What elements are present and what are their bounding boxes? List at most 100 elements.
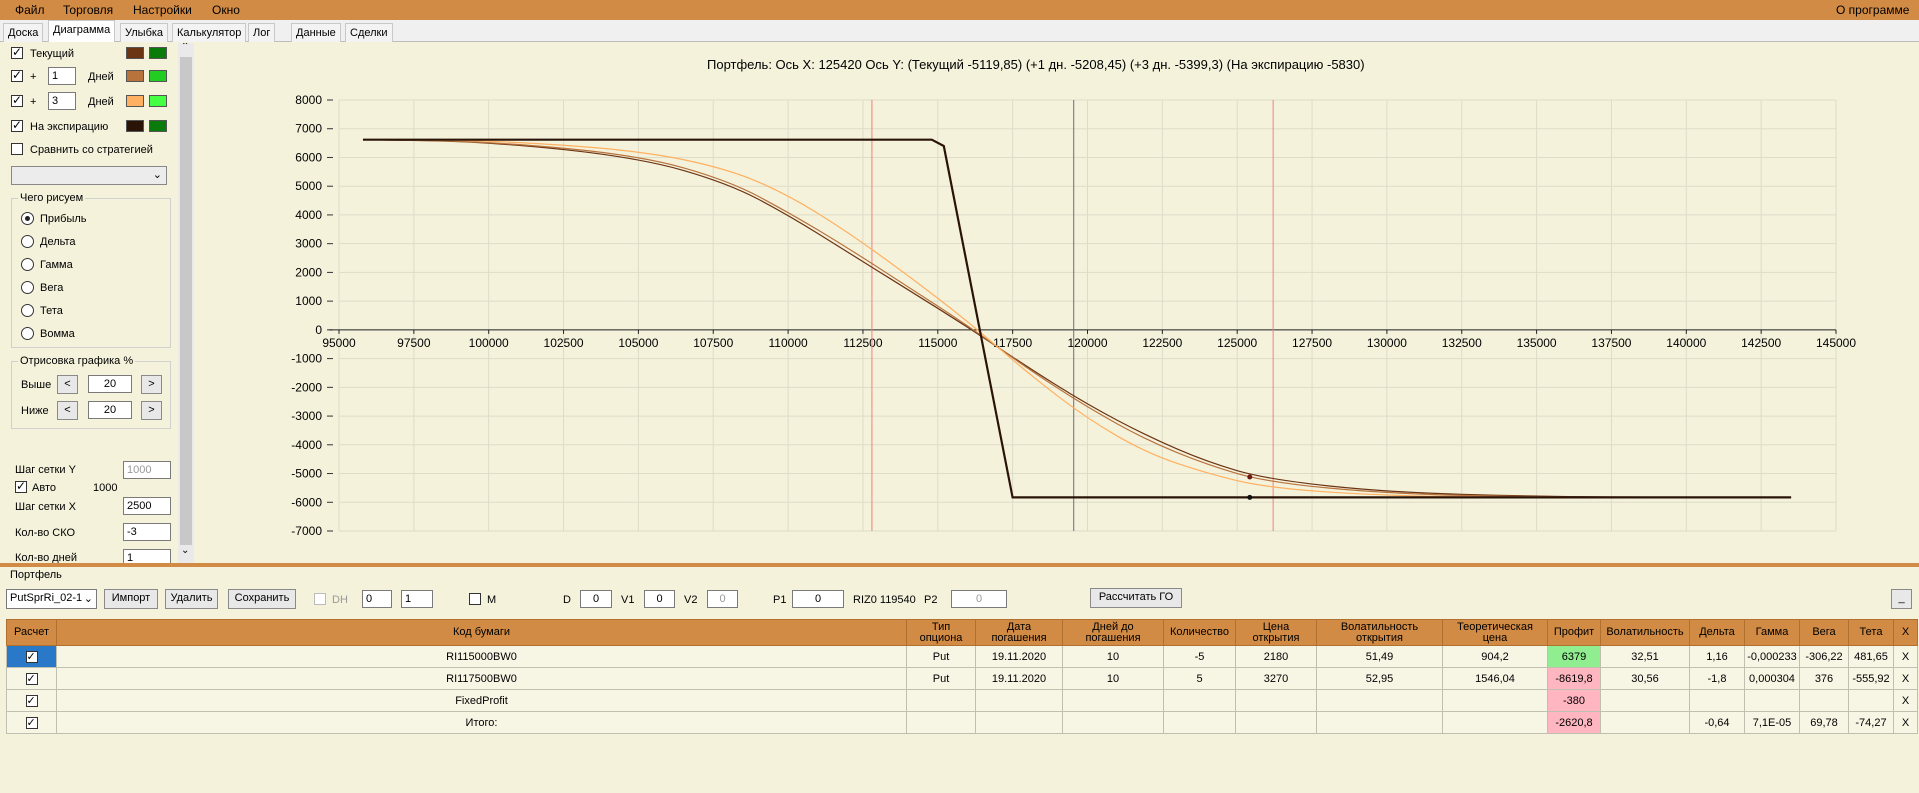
minimize-button[interactable]: _ — [1891, 589, 1912, 609]
col-open-price[interactable]: Цена открытия — [1235, 619, 1317, 646]
menu-window[interactable]: Окно — [212, 3, 240, 17]
expiry-color-1[interactable] — [126, 120, 144, 132]
menu-file[interactable]: Файл — [15, 3, 45, 17]
calc-checkbox-cell[interactable] — [6, 667, 57, 690]
table-row[interactable]: FixedProfit -380 X — [6, 689, 1918, 712]
radio-delta[interactable] — [21, 235, 34, 248]
remove-row-button[interactable]: X — [1893, 711, 1918, 734]
below-increase-button[interactable]: > — [141, 401, 162, 420]
col-theo-price[interactable]: Теоретическая цена — [1442, 619, 1548, 646]
menu-about[interactable]: О программе — [1836, 3, 1909, 17]
tab-diagram[interactable]: Диаграмма — [48, 20, 116, 42]
y-tick-label: 5000 — [295, 179, 322, 193]
scroll-thumb[interactable] — [180, 57, 192, 545]
table-row[interactable]: RI115000BW0Put19.11.202010-5218051,49904… — [6, 645, 1918, 668]
strategy-dropdown[interactable]: ⌄ — [11, 166, 167, 185]
portfolio-select[interactable]: PutSprRi_02-1 ⌄ — [6, 589, 97, 609]
above-decrease-button[interactable]: < — [57, 375, 78, 394]
current-color-1[interactable] — [126, 47, 144, 59]
day3-input[interactable]: 3 — [48, 92, 76, 110]
col-calc[interactable]: Расчет — [6, 619, 57, 646]
tab-calculator[interactable]: Калькулятор — [172, 23, 247, 42]
p1-input[interactable]: 0 — [792, 590, 844, 608]
day1-input[interactable]: 1 — [48, 67, 76, 85]
m-checkbox[interactable] — [469, 593, 481, 605]
tab-data[interactable]: Данные — [291, 23, 341, 42]
col-qty[interactable]: Количество — [1163, 619, 1236, 646]
col-type[interactable]: Тип опциона — [906, 619, 976, 646]
col-gamma[interactable]: Гамма — [1744, 619, 1800, 646]
day1-checkbox[interactable] — [11, 68, 23, 82]
col-days[interactable]: Дней до погашения — [1062, 619, 1164, 646]
dh-b-spinner[interactable]: 1 — [401, 590, 433, 608]
sko-input[interactable]: -3 — [123, 523, 171, 541]
scroll-down-icon[interactable]: ⌄ — [181, 545, 189, 556]
day3-color-2[interactable] — [149, 95, 167, 107]
chevron-down-icon: ⌄ — [83, 593, 93, 605]
p2-input[interactable]: 0 — [951, 590, 1007, 608]
col-theta[interactable]: Тета — [1848, 619, 1894, 646]
calc-checkbox[interactable] — [25, 672, 38, 685]
remove-row-button[interactable]: X — [1893, 689, 1918, 712]
auto-checkbox[interactable] — [15, 479, 27, 493]
above-input[interactable]: 20 — [88, 375, 132, 393]
radio-gamma[interactable] — [21, 258, 34, 271]
left-scrollbar[interactable]: ⌃ ⌄ — [178, 43, 194, 563]
dh-checkbox[interactable] — [314, 593, 326, 605]
col-profit[interactable]: Профит — [1547, 619, 1601, 646]
remove-row-button[interactable]: X — [1893, 667, 1918, 690]
below-decrease-button[interactable]: < — [57, 401, 78, 420]
radio-vega[interactable] — [21, 281, 34, 294]
expiry-checkbox[interactable] — [11, 118, 23, 132]
radio-theta[interactable] — [21, 304, 34, 317]
day1-color-2[interactable] — [149, 70, 167, 82]
calculate-go-button[interactable]: Рассчитать ГО — [1090, 588, 1182, 608]
current-checkbox[interactable] — [11, 45, 23, 59]
v1-input[interactable]: 0 — [644, 590, 675, 608]
radio-profit[interactable] — [21, 212, 34, 225]
grid-y-input[interactable]: 1000 — [123, 461, 171, 479]
above-increase-button[interactable]: > — [141, 375, 162, 394]
tab-board[interactable]: Доска — [3, 23, 44, 42]
expiry-color-2[interactable] — [149, 120, 167, 132]
days-cut-input[interactable]: 1 — [123, 549, 171, 563]
col-vol[interactable]: Волатильность — [1600, 619, 1690, 646]
compare-checkbox[interactable] — [11, 143, 23, 155]
col-open-vol[interactable]: Волатильность открытия — [1316, 619, 1443, 646]
tab-smile[interactable]: Улыбка — [120, 23, 169, 42]
calc-checkbox-cell[interactable] — [6, 711, 57, 734]
calc-checkbox[interactable] — [25, 694, 38, 707]
x-tick-label: 97500 — [397, 336, 431, 350]
delete-button[interactable]: Удалить — [165, 589, 218, 609]
calc-checkbox[interactable] — [25, 716, 38, 729]
below-input[interactable]: 20 — [88, 401, 132, 419]
calc-checkbox-cell[interactable] — [6, 645, 57, 668]
calc-checkbox[interactable] — [25, 650, 38, 663]
x-tick-label: 142500 — [1741, 336, 1781, 350]
tab-log[interactable]: Лог — [248, 23, 276, 42]
day1-color-1[interactable] — [126, 70, 144, 82]
remove-row-button[interactable]: X — [1893, 645, 1918, 668]
day3-color-1[interactable] — [126, 95, 144, 107]
tab-deals[interactable]: Сделки — [345, 23, 393, 42]
scroll-up-icon[interactable]: ⌃ — [181, 43, 189, 52]
col-vega[interactable]: Вега — [1799, 619, 1849, 646]
d-input[interactable]: 0 — [580, 590, 612, 608]
import-button[interactable]: Импорт — [104, 589, 158, 609]
day3-checkbox[interactable] — [11, 93, 23, 107]
col-code[interactable]: Код бумаги — [56, 619, 907, 646]
current-color-2[interactable] — [149, 47, 167, 59]
menu-settings[interactable]: Настройки — [133, 3, 192, 17]
grid-x-input[interactable]: 2500 — [123, 497, 171, 515]
dh-a-spinner[interactable]: 0 — [362, 590, 392, 608]
v2-input[interactable]: 0 — [707, 590, 738, 608]
col-date[interactable]: Дата погашения — [975, 619, 1063, 646]
calc-checkbox-cell[interactable] — [6, 689, 57, 712]
table-row[interactable]: Итого: -2620,8 -0,647,1E-0569,78-74,27X — [6, 711, 1918, 734]
save-button[interactable]: Сохранить — [228, 589, 296, 609]
table-cell: -380 — [1547, 689, 1601, 712]
table-row[interactable]: RI117500BW0Put19.11.2020105327052,951546… — [6, 667, 1918, 690]
menu-trade[interactable]: Торговля — [63, 3, 113, 17]
radio-vomma[interactable] — [21, 327, 34, 340]
col-delta[interactable]: Дельта — [1689, 619, 1745, 646]
